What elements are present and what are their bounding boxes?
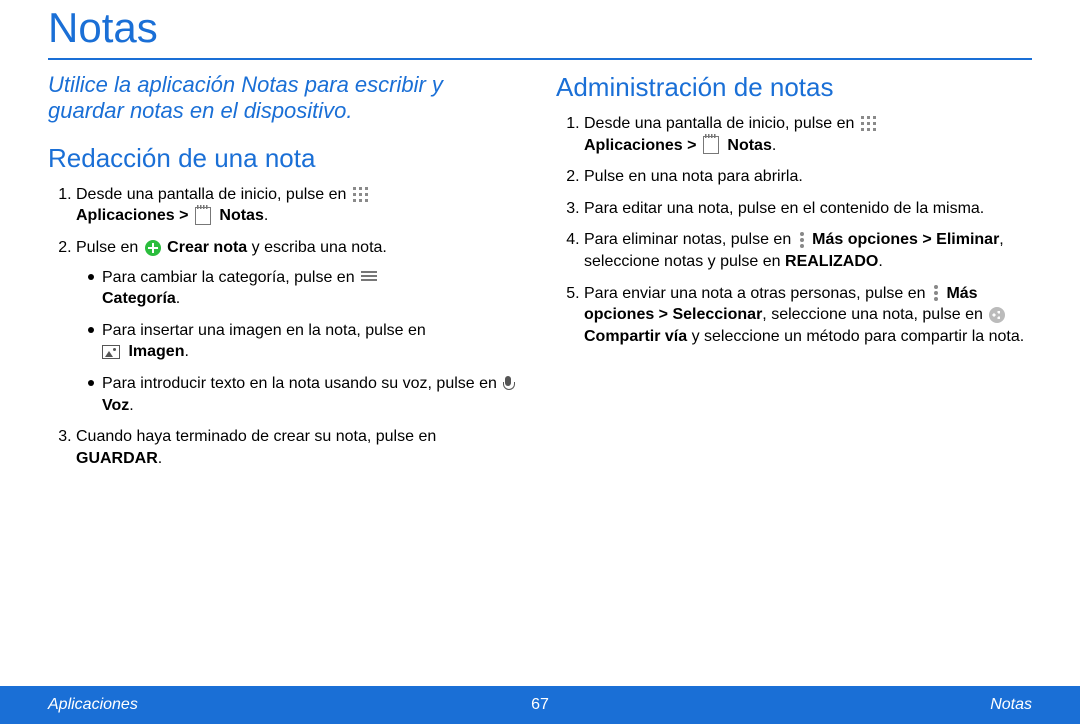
text-bold: Aplicaciones > <box>584 137 701 154</box>
page-title: Notas <box>48 4 1032 60</box>
apps-icon <box>861 116 876 131</box>
substeps: Para cambiar la categoría, pulse en Cate… <box>76 267 524 417</box>
steps-right: Desde una pantalla de inicio, pulse en A… <box>556 113 1032 347</box>
text-bold: REALIZADO <box>785 253 878 270</box>
text-bold: Crear nota <box>167 239 247 256</box>
step-r2: Pulse en una nota para abrirla. <box>584 166 1032 188</box>
memo-icon <box>703 136 719 154</box>
step-r1: Desde una pantalla de inicio, pulse en A… <box>584 113 1032 156</box>
text-bold: GUARDAR <box>76 450 158 467</box>
steps-left: Desde una pantalla de inicio, pulse en A… <box>48 184 524 470</box>
text-bold: Aplicaciones > <box>76 207 193 224</box>
plus-icon <box>145 240 161 256</box>
text: y seleccione un método para compartir la… <box>687 328 1024 345</box>
text: Desde una pantalla de inicio, pulse en <box>584 115 859 132</box>
text-bold: Notas <box>727 137 771 154</box>
column-right: Administración de notas Desde una pantal… <box>556 72 1032 479</box>
substep-image: Para insertar una imagen en la nota, pul… <box>88 320 524 363</box>
more-icon <box>933 285 939 301</box>
footer-left: Aplicaciones <box>48 696 138 714</box>
substep-voice: Para introducir texto en la nota usando … <box>88 373 524 416</box>
step-r5: Para enviar una nota a otras personas, p… <box>584 283 1032 348</box>
text: Cuando haya terminado de crear su nota, … <box>76 428 436 445</box>
footer-right: Notas <box>990 696 1032 714</box>
text: Pulse en <box>76 239 143 256</box>
text-bold: Más opciones > Eliminar <box>812 231 999 248</box>
text-bold: Notas <box>219 207 263 224</box>
text: Para enviar una nota a otras personas, p… <box>584 285 930 302</box>
step-r3: Para editar una nota, pulse en el conten… <box>584 198 1032 220</box>
text: Para eliminar notas, pulse en <box>584 231 796 248</box>
footer-page-number: 67 <box>531 696 549 714</box>
step-2: Pulse en Crear nota y escriba una nota. … <box>76 237 524 416</box>
text: Para cambiar la categoría, pulse en <box>102 269 359 286</box>
share-icon <box>989 307 1005 323</box>
list-icon <box>361 271 377 283</box>
text: , seleccione una nota, pulse en <box>762 306 987 323</box>
memo-icon <box>195 207 211 225</box>
footer-bar: Aplicaciones 67 Notas <box>0 686 1080 724</box>
intro-text: Utilice la aplicación Notas para escribi… <box>48 72 524 125</box>
heading-redaccion: Redacción de una nota <box>48 143 524 174</box>
text-bold: Compartir vía <box>584 328 687 345</box>
text: Desde una pantalla de inicio, pulse en <box>76 186 351 203</box>
substep-category: Para cambiar la categoría, pulse en Cate… <box>88 267 524 310</box>
text: Para introducir texto en la nota usando … <box>102 375 501 392</box>
column-left: Utilice la aplicación Notas para escribi… <box>48 72 524 479</box>
step-r4: Para eliminar notas, pulse en Más opcion… <box>584 229 1032 272</box>
image-icon <box>102 345 120 359</box>
mic-icon <box>503 376 513 392</box>
step-3: Cuando haya terminado de crear su nota, … <box>76 426 524 469</box>
text-bold: Categoría <box>102 290 176 307</box>
text-bold: Voz <box>102 397 129 414</box>
heading-administracion: Administración de notas <box>556 72 1032 103</box>
step-1: Desde una pantalla de inicio, pulse en A… <box>76 184 524 227</box>
text-bold: Imagen <box>128 343 184 360</box>
more-icon <box>799 232 805 248</box>
text: y escriba una nota. <box>252 239 387 256</box>
apps-icon <box>353 187 368 202</box>
text: Para insertar una imagen en la nota, pul… <box>102 322 426 339</box>
